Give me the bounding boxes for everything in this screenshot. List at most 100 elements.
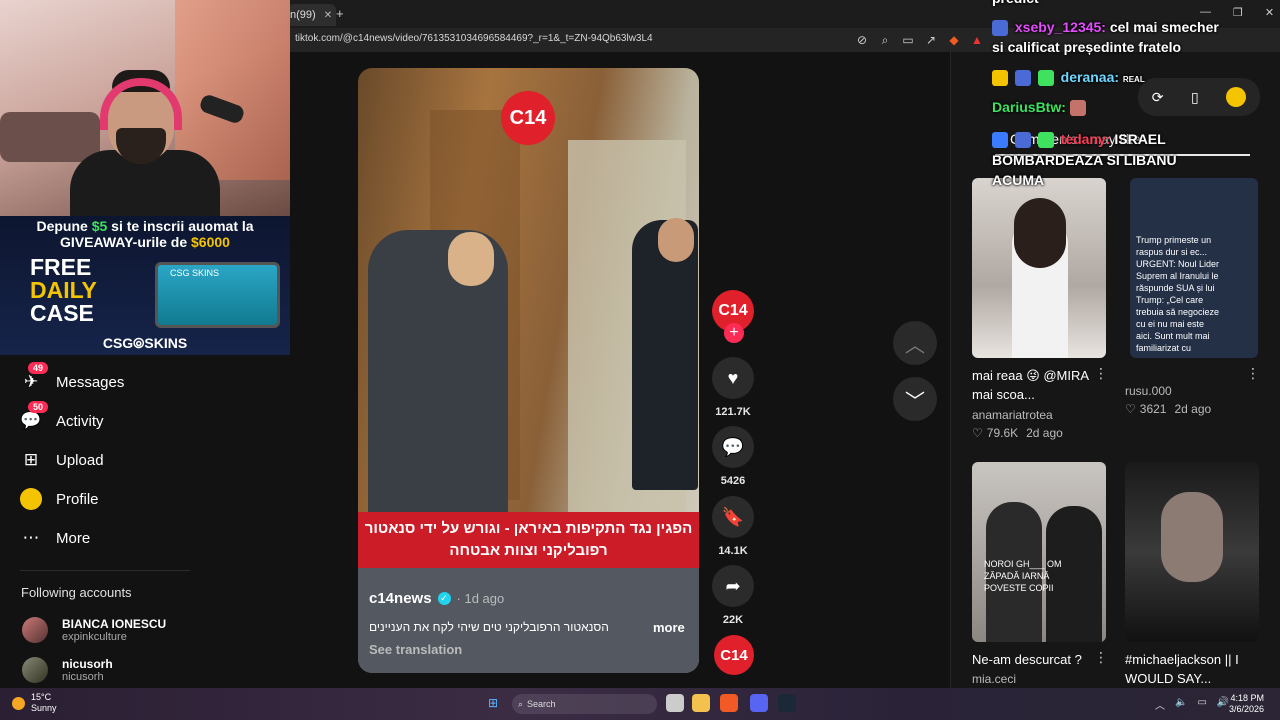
chevron-up-icon[interactable]: ︿ bbox=[1155, 697, 1165, 712]
video-description: הסנאטור הרפובליקני טים שיהי לקח את העניי… bbox=[369, 620, 609, 634]
save-button[interactable]: 🔖 bbox=[712, 496, 754, 538]
brave-icon[interactable] bbox=[720, 694, 738, 712]
ad-line1-pre: Depune bbox=[36, 218, 88, 234]
robot-emote-icon bbox=[992, 20, 1008, 37]
heart-outline-icon: ♡ bbox=[1125, 402, 1136, 416]
like-button[interactable]: ♥ bbox=[712, 357, 754, 399]
panel-toolbar: ⟳ ▯ bbox=[1138, 78, 1260, 116]
ad-line1-amount: $5 bbox=[91, 218, 108, 234]
volume-icon[interactable]: 🔊 bbox=[1217, 697, 1229, 712]
display-icon[interactable]: ▭ bbox=[1197, 697, 1206, 712]
refresh-icon[interactable]: ⟳ bbox=[1152, 89, 1164, 106]
weather-widget[interactable]: 15°C Sunny bbox=[12, 692, 57, 714]
new-tab-button[interactable]: + bbox=[336, 6, 344, 21]
card-menu-icon-3[interactable]: ⋮ bbox=[1094, 649, 1108, 666]
card-stats-1: ♡ 79.6K 2d ago bbox=[972, 426, 1063, 440]
sidebar-item-messages[interactable]: ✈ 49 Messages bbox=[20, 362, 124, 393]
search-label: Search bbox=[527, 699, 556, 709]
author-name[interactable]: c14news bbox=[369, 590, 432, 607]
crown-emote-icon bbox=[992, 70, 1008, 87]
recommended-thumb-4[interactable] bbox=[1125, 462, 1259, 642]
card-menu-icon-2[interactable]: ⋮ bbox=[1246, 365, 1260, 382]
case-label: CSG SKINS bbox=[170, 268, 220, 278]
cast-icon[interactable]: ▭ bbox=[901, 33, 915, 47]
taskview-icon[interactable] bbox=[666, 694, 684, 712]
card-title-4[interactable]: #michaeljackson || I WOULD SAY... bbox=[1125, 650, 1265, 688]
see-translation-button[interactable]: See translation bbox=[369, 642, 462, 657]
video-officer-right bbox=[632, 220, 698, 490]
sidebar-item-profile[interactable]: Profile bbox=[20, 488, 99, 510]
minimize-icon[interactable]: — bbox=[1200, 6, 1211, 19]
previous-video-button[interactable]: ︿ bbox=[893, 321, 937, 365]
following-account-1[interactable]: BIANCA IONESCU expinkculture bbox=[22, 617, 166, 643]
card-user-3[interactable]: mia.ceci bbox=[972, 672, 1016, 686]
emoji-icon[interactable] bbox=[1226, 87, 1247, 107]
cam-couch bbox=[0, 112, 100, 162]
sun-icon bbox=[12, 696, 25, 710]
video-author[interactable]: c14news ✓ · 1d ago bbox=[369, 590, 504, 607]
brave-shield-icon[interactable]: ◆ bbox=[947, 33, 961, 47]
recommended-thumb-1[interactable] bbox=[972, 178, 1106, 358]
taskbar-search[interactable]: ⌕ Search bbox=[512, 694, 657, 714]
ad-line-2: GIVEAWAY-urile de $6000 bbox=[0, 234, 290, 250]
comment-button[interactable]: 💬 bbox=[712, 426, 754, 468]
window-controls[interactable]: — ❐ ✕ bbox=[1200, 6, 1274, 19]
search-icon: ⌕ bbox=[518, 698, 524, 709]
ad-line2-amount: $6000 bbox=[191, 234, 230, 250]
sidebar-divider bbox=[20, 570, 190, 571]
account-handle: nicusorh bbox=[62, 671, 104, 683]
chat-user-1: xseby_12345: bbox=[1014, 19, 1106, 35]
next-video-button[interactable]: ﹀ bbox=[893, 377, 937, 421]
windows-start-icon[interactable]: ⊞ bbox=[484, 694, 502, 712]
heart-outline-icon: ♡ bbox=[972, 426, 983, 440]
no-tracking-icon[interactable]: ⊘ bbox=[855, 33, 869, 47]
sidebar-item-upload[interactable]: ⊞ Upload bbox=[20, 449, 104, 471]
chat-message-7: ACUMA bbox=[992, 172, 1045, 188]
chevron-up-icon: ︿ bbox=[905, 334, 925, 357]
share-icon[interactable]: ↗ bbox=[924, 33, 938, 47]
share-button[interactable]: ➦ bbox=[712, 565, 754, 607]
recommended-thumb-3[interactable]: NOROI GH___ OM ZĂPADĂ IARNĂ POVESTE COPI… bbox=[972, 462, 1106, 642]
file-explorer-icon[interactable] bbox=[692, 694, 710, 712]
thumb-text-2: Trump primeste un raspus dur si ec... UR… bbox=[1136, 235, 1220, 353]
clock-date: 3/6/2026 bbox=[1229, 704, 1265, 714]
tray-icons[interactable]: ︿ 🔈 ▭ 🔊 bbox=[1155, 697, 1229, 712]
following-account-2[interactable]: nicusorh nicusorh bbox=[22, 657, 113, 683]
clock[interactable]: 4:18 PM 3/6/2026 bbox=[1229, 693, 1264, 715]
card-user-1[interactable]: anamariatrotea bbox=[972, 408, 1053, 422]
video-caption: הפגין נגד התקיפות באיראן - וגורש על ידי … bbox=[358, 512, 699, 568]
sidebar-item-more[interactable]: ⋯ More bbox=[20, 527, 91, 549]
close-window-icon[interactable]: ✕ bbox=[1265, 6, 1274, 19]
share-count: 22K bbox=[722, 614, 744, 626]
sidebar-item-activity[interactable]: 💬 50 Activity bbox=[20, 401, 104, 432]
recommended-thumb-2[interactable]: Trump primeste un raspus dur si ec... UR… bbox=[1130, 178, 1258, 358]
follow-plus-icon[interactable]: + bbox=[724, 323, 744, 343]
rewards-icon[interactable]: ▲ bbox=[970, 33, 984, 47]
chat-user-4: DariusBtw: bbox=[992, 99, 1066, 115]
speaker-icon[interactable]: 🔈 bbox=[1175, 697, 1187, 712]
avatar-emote-icon bbox=[1069, 100, 1086, 117]
card-age-2: 2d ago bbox=[1174, 402, 1212, 416]
tab-close-icon[interactable]: ✕ bbox=[324, 10, 332, 21]
maximize-icon[interactable]: ❐ bbox=[1233, 6, 1243, 19]
card-user-2[interactable]: rusu.000 bbox=[1125, 384, 1172, 398]
sidebar-item-label: Upload bbox=[56, 451, 104, 469]
music-disc[interactable]: C14 bbox=[714, 635, 754, 675]
url-field[interactable]: tiktok.com/@c14news/video/76135310346965… bbox=[295, 33, 653, 44]
chat-top-line: predict bbox=[992, 0, 1039, 6]
zoom-icon[interactable]: ⌕ bbox=[878, 33, 892, 47]
browser-tab[interactable]: n(99) ✕ bbox=[288, 4, 336, 26]
comment-count: 5426 bbox=[720, 475, 746, 487]
chat-message-4: DariusBtw: bbox=[992, 99, 1089, 117]
phone-icon[interactable]: ▯ bbox=[1191, 89, 1199, 106]
chat-message-2: si calificat președinte fratelo bbox=[992, 39, 1182, 55]
card-title-3[interactable]: Ne-am descurcat ? bbox=[972, 650, 1097, 669]
thumb-text-3: NOROI GH___ OM ZĂPADĂ IARNĂ POVESTE COPI… bbox=[984, 559, 1062, 593]
card-title-1[interactable]: mai reaa 😜 @MIRA mai scoa... bbox=[972, 366, 1097, 404]
card-menu-icon-1[interactable]: ⋮ bbox=[1094, 365, 1108, 382]
bookmark-icon: 🔖 bbox=[721, 506, 745, 527]
steam-icon[interactable] bbox=[778, 694, 796, 712]
more-button[interactable]: more bbox=[653, 620, 685, 635]
discord-icon[interactable] bbox=[750, 694, 768, 712]
video-officer-left-head bbox=[448, 232, 494, 286]
